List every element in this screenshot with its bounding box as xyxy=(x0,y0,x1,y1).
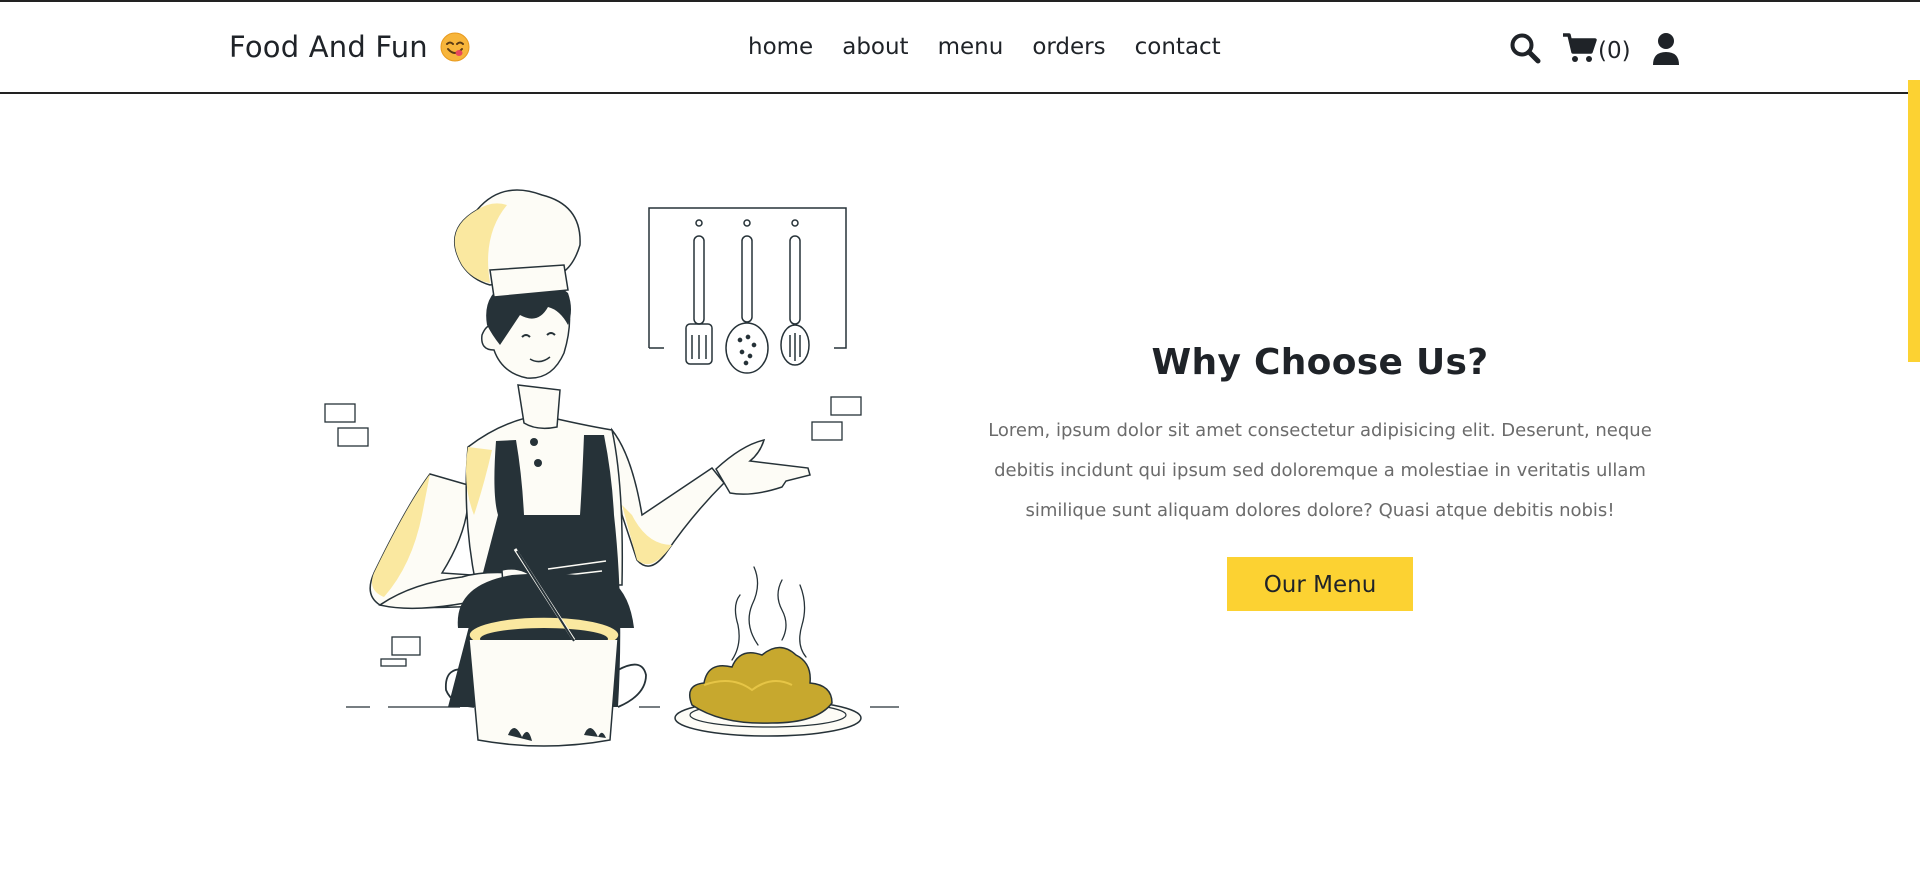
nav-menu[interactable]: menu xyxy=(938,34,1004,60)
logo-text: Food And Fun xyxy=(229,30,428,64)
nav-home[interactable]: home xyxy=(748,34,813,60)
search-icon[interactable] xyxy=(1509,32,1541,64)
section-description: Lorem, ipsum dolor sit amet consectetur … xyxy=(988,420,1652,521)
cart-icon[interactable] xyxy=(1562,32,1598,64)
page-scrollbar[interactable] xyxy=(1908,80,1920,362)
cart-count: (0) xyxy=(1598,38,1631,64)
section-title: Why Choose Us? xyxy=(1151,342,1489,383)
main-nav: home about menu orders contact xyxy=(748,34,1221,60)
site-header: Food And Fun home about menu orders cont… xyxy=(0,0,1920,94)
face-savoring-food-icon xyxy=(440,32,470,62)
nav-about[interactable]: about xyxy=(842,34,908,60)
logo[interactable]: Food And Fun xyxy=(229,30,470,64)
user-icon[interactable] xyxy=(1652,32,1680,66)
nav-orders[interactable]: orders xyxy=(1032,34,1105,60)
chef-cooking-illustration xyxy=(324,189,899,747)
our-menu-button[interactable]: Our Menu xyxy=(1227,557,1413,611)
why-choose-us-section: Why Choose Us? Lorem, ipsum dolor sit am… xyxy=(960,342,1680,611)
nav-contact[interactable]: contact xyxy=(1135,34,1221,60)
utensil-rack-graphic xyxy=(648,207,847,374)
